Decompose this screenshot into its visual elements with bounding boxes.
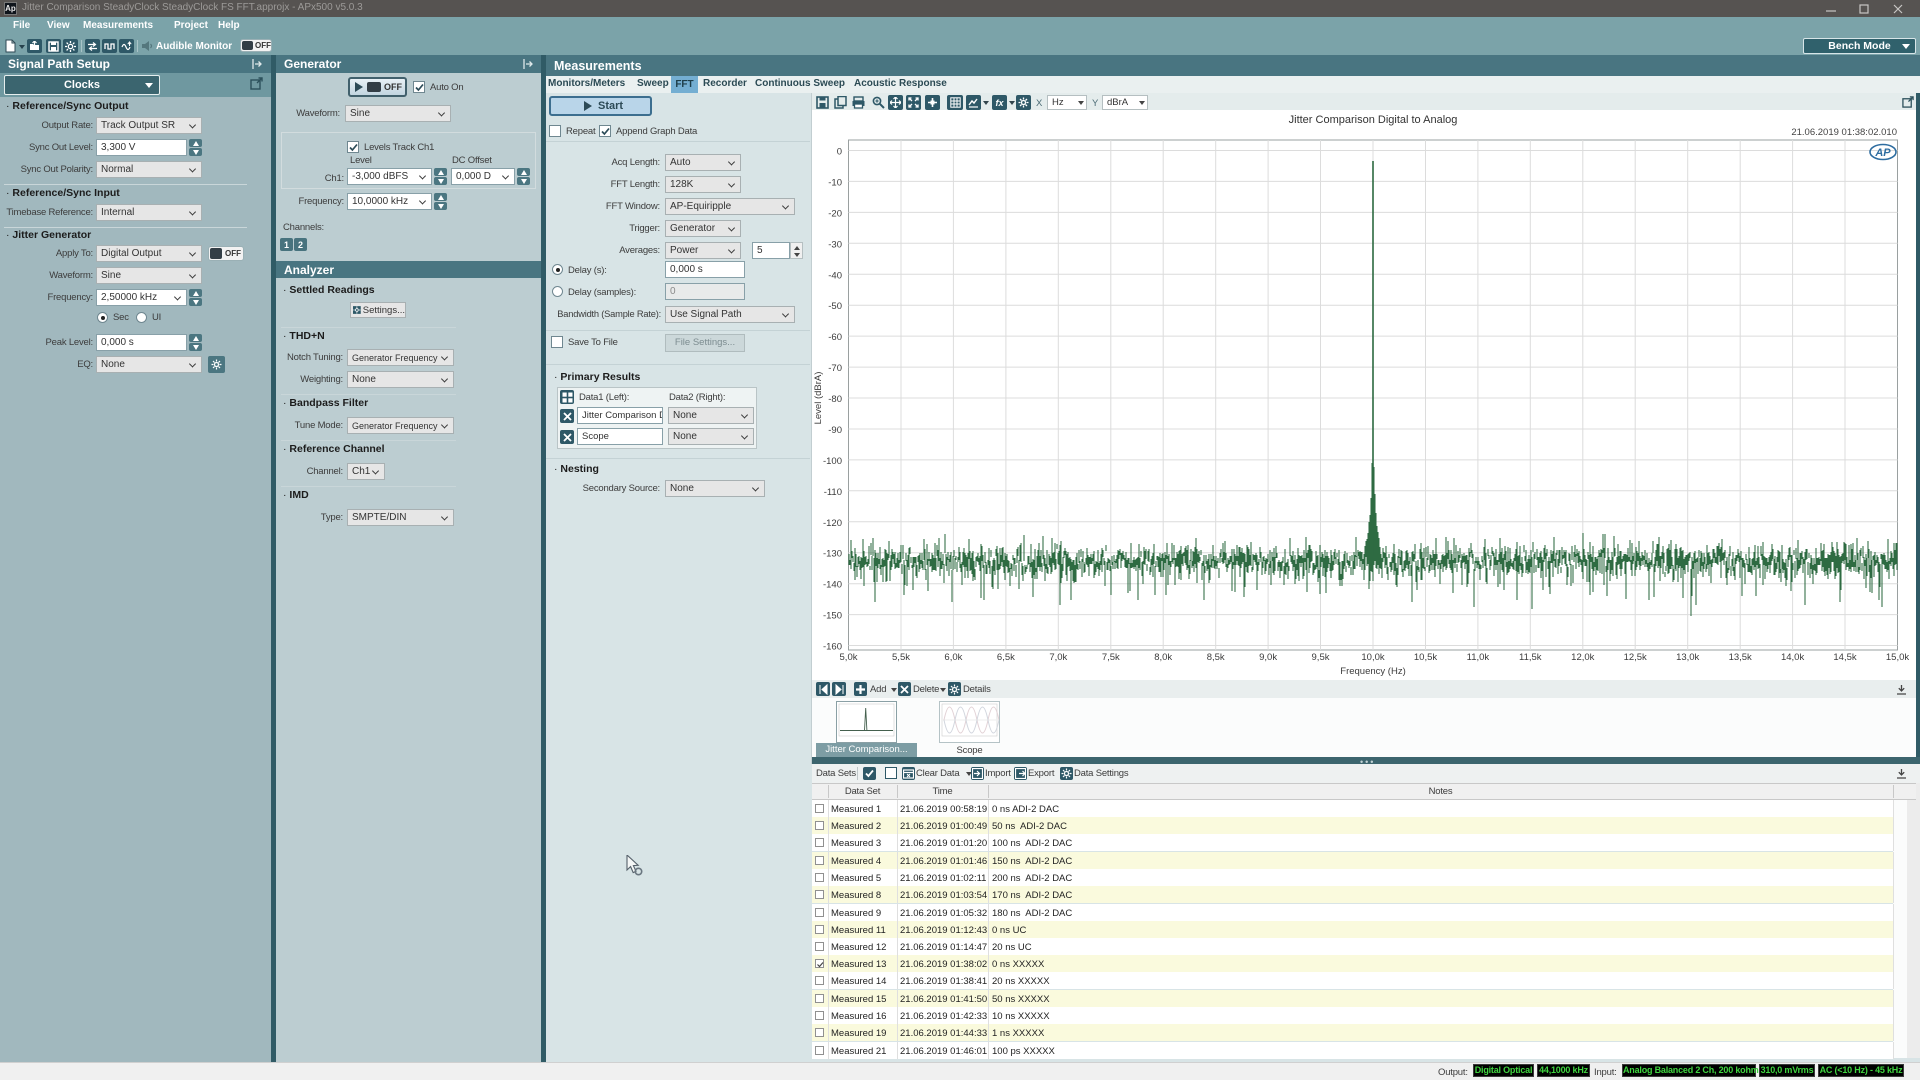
svg-text:-30: -30 [828, 239, 842, 250]
svg-text:-120: -120 [823, 518, 842, 529]
svg-text:-80: -80 [828, 394, 842, 405]
svg-text:21.06.2019 01:38:02.010: 21.06.2019 01:38:02.010 [1791, 127, 1897, 138]
svg-text:8,5k: 8,5k [1207, 652, 1225, 663]
svg-text:-130: -130 [823, 549, 842, 560]
svg-text:Frequency (Hz): Frequency (Hz) [1340, 666, 1405, 677]
svg-text:15,0k: 15,0k [1886, 652, 1909, 663]
svg-text:-40: -40 [828, 270, 842, 281]
svg-text:12,0k: 12,0k [1571, 652, 1594, 663]
svg-text:0: 0 [837, 147, 842, 158]
svg-text:5,5k: 5,5k [892, 652, 910, 663]
svg-text:6,5k: 6,5k [997, 652, 1015, 663]
svg-text:-90: -90 [828, 425, 842, 436]
svg-text:5,0k: 5,0k [840, 652, 858, 663]
svg-text:14,0k: 14,0k [1781, 652, 1804, 663]
svg-text:Level (dBrA): Level (dBrA) [813, 372, 824, 425]
svg-text:-20: -20 [828, 208, 842, 219]
svg-text:9,5k: 9,5k [1312, 652, 1330, 663]
svg-text:10,0k: 10,0k [1361, 652, 1384, 663]
svg-text:6,0k: 6,0k [944, 652, 962, 663]
svg-text:12,5k: 12,5k [1624, 652, 1647, 663]
svg-text:-150: -150 [823, 611, 842, 622]
svg-text:-70: -70 [828, 363, 842, 374]
svg-text:-100: -100 [823, 456, 842, 467]
svg-text:14,5k: 14,5k [1833, 652, 1856, 663]
svg-text:AP: AP [1874, 147, 1891, 159]
svg-text:13,0k: 13,0k [1676, 652, 1699, 663]
svg-text:13,5k: 13,5k [1729, 652, 1752, 663]
svg-text:-110: -110 [824, 487, 842, 498]
svg-text:Jitter Comparison Digital to A: Jitter Comparison Digital to Analog [1289, 114, 1458, 126]
svg-text:-140: -140 [823, 580, 842, 591]
svg-text:-60: -60 [828, 332, 842, 343]
svg-text:-10: -10 [828, 177, 842, 188]
svg-text:-160: -160 [823, 642, 842, 653]
svg-text:7,5k: 7,5k [1102, 652, 1120, 663]
svg-text:8,0k: 8,0k [1154, 652, 1172, 663]
svg-text:11,5k: 11,5k [1519, 652, 1542, 663]
svg-text:7,0k: 7,0k [1049, 652, 1067, 663]
svg-text:10,5k: 10,5k [1414, 652, 1437, 663]
svg-text:-50: -50 [828, 301, 842, 312]
svg-text:9,0k: 9,0k [1259, 652, 1277, 663]
svg-text:11,0k: 11,0k [1467, 652, 1490, 663]
